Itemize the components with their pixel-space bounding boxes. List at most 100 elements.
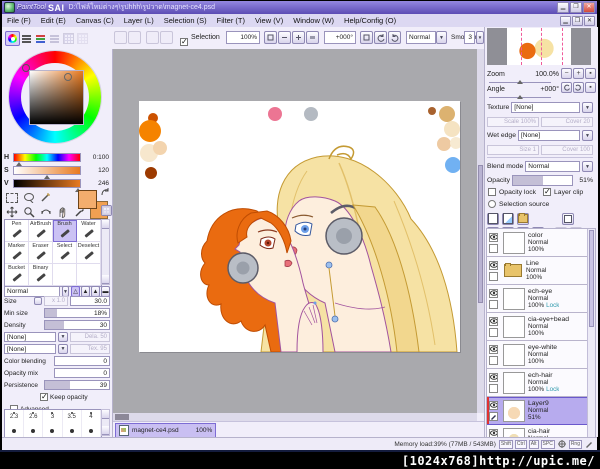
preset-scrollbar[interactable]: [101, 409, 110, 436]
minimize-button[interactable]: ▁: [557, 2, 569, 13]
sv-cursor[interactable]: [64, 73, 72, 81]
hand-tool[interactable]: [55, 205, 70, 218]
zoom-value-box[interactable]: 100%: [226, 31, 260, 44]
doc-restore-button[interactable]: ❐: [572, 15, 583, 26]
rotate-cw-button[interactable]: [388, 31, 401, 44]
nav-zoom-reset-button[interactable]: ▪: [585, 68, 596, 79]
layer-row-cia-eye+bead[interactable]: cia-eye+bead Normal 100%: [487, 313, 595, 341]
preset-size-large-2.3[interactable]: [5, 424, 25, 437]
menu-file[interactable]: File (F): [2, 16, 36, 25]
color-history-button[interactable]: [101, 205, 112, 216]
paint-mode-dropdown-button[interactable]: ▼: [436, 31, 447, 44]
deselect-button[interactable]: [146, 31, 159, 44]
tool-pen[interactable]: Pen: [5, 220, 29, 242]
new-linework-layer-button[interactable]: [502, 212, 514, 225]
zoom-reset-button[interactable]: [264, 31, 277, 44]
tool-select[interactable]: Select: [53, 242, 77, 264]
tool-bucket[interactable]: Bucket: [5, 264, 29, 286]
angle-value-box[interactable]: +000°: [324, 31, 356, 44]
setting-checkbox-keep-opacity[interactable]: [40, 392, 48, 401]
preset-size-3.5[interactable]: 3.5: [63, 410, 82, 425]
rotate-reset-button[interactable]: [360, 31, 373, 44]
preset-size-large-3.5[interactable]: [63, 424, 82, 437]
layer-visibility-toggle[interactable]: [489, 288, 498, 298]
nav-zoom-out-button[interactable]: −: [561, 68, 572, 79]
blend-mode-dropdown-button[interactable]: ▼: [582, 161, 593, 172]
menu-window[interactable]: Window (W): [288, 16, 339, 25]
move-tool[interactable]: [4, 205, 19, 218]
redo-button[interactable]: [128, 31, 141, 44]
layer-extra-toggle[interactable]: [489, 383, 498, 393]
layer-visibility-toggle[interactable]: [489, 344, 498, 354]
wet-edge-dropdown[interactable]: [None]: [517, 130, 580, 141]
menu-filter[interactable]: Filter (T): [212, 16, 250, 25]
layer-row-ech-eye[interactable]: ech-eye Normal 100% Lock: [487, 285, 595, 313]
setting-dropdown-button[interactable]: ▼: [58, 344, 68, 354]
tool-airbrush[interactable]: AirBrush: [29, 220, 53, 242]
saturation-slider[interactable]: [13, 165, 81, 179]
zoom-in-button[interactable]: [292, 31, 305, 44]
rect-select-tool[interactable]: [4, 191, 19, 204]
tool-brush[interactable]: Brush: [53, 220, 77, 242]
new-folder-button[interactable]: [517, 212, 529, 225]
size-unit-button[interactable]: [34, 297, 42, 305]
hsv-slider-panel-toggle[interactable]: [33, 31, 48, 46]
navigator[interactable]: [487, 28, 591, 65]
menu-help/config[interactable]: Help/Config (O): [339, 16, 401, 25]
texture-dropdown-button[interactable]: ▼: [582, 102, 593, 113]
tool-marker[interactable]: Marker: [5, 242, 29, 264]
preset-size-4[interactable]: 4: [82, 410, 101, 425]
hue-slider[interactable]: [13, 152, 81, 166]
new-layer-button[interactable]: [487, 212, 499, 225]
menu-selection[interactable]: Selection (S): [159, 16, 212, 25]
wet-edge-dropdown-button[interactable]: ▼: [582, 130, 593, 141]
layer-list-scrollbar[interactable]: [587, 229, 595, 455]
document-tab[interactable]: magnet-ce4.psd 100%: [115, 422, 217, 438]
layer-mask-button[interactable]: [562, 212, 574, 225]
magic-wand-tool[interactable]: [38, 191, 53, 204]
setting-dropdown[interactable]: [None]: [4, 344, 56, 354]
layer-visibility-toggle[interactable]: [489, 232, 498, 242]
tool-eraser[interactable]: Eraser: [29, 242, 53, 264]
texture-dropdown[interactable]: [None]: [511, 102, 580, 113]
menu-view[interactable]: View (V): [250, 16, 288, 25]
menu-canvas[interactable]: Canvas (C): [71, 16, 119, 25]
layer-row-ech-hair[interactable]: ech-hair Normal 100% Lock: [487, 369, 595, 397]
size-multiplier[interactable]: x 1.0: [44, 296, 68, 306]
layer-extra-toggle[interactable]: [489, 355, 498, 365]
setting-slider[interactable]: 39: [44, 380, 110, 390]
tool-water[interactable]: Water: [77, 220, 101, 242]
setting-dropdown[interactable]: [None]: [4, 332, 56, 342]
saturation-value-square[interactable]: [29, 70, 84, 125]
nav-angle-slider[interactable]: [489, 94, 551, 99]
layer-extra-toggle[interactable]: [489, 327, 498, 337]
layer-row-layer9[interactable]: Layer9 Normal 51%: [487, 397, 595, 425]
preset-size-large-4[interactable]: [82, 424, 101, 437]
layer-visibility-toggle[interactable]: [489, 260, 498, 270]
value-slider[interactable]: [13, 178, 82, 192]
zoom-fit-button[interactable]: [306, 31, 319, 44]
color-wheel-panel-toggle[interactable]: [5, 31, 20, 46]
canvas-page[interactable]: [139, 101, 460, 352]
layer-row-color[interactable]: color Normal 100%: [487, 229, 595, 257]
smoothing-dropdown-button[interactable]: ▼: [476, 31, 484, 44]
layer-row-line[interactable]: Line Normal 100%: [487, 257, 595, 285]
preset-size-3[interactable]: 3: [43, 410, 63, 425]
blend-mode-dropdown[interactable]: Normal: [525, 161, 580, 172]
preset-size-2.3[interactable]: 2.3: [5, 410, 25, 425]
doc-minimize-button[interactable]: ▁: [560, 15, 571, 26]
undo-button[interactable]: [114, 31, 127, 44]
zoom-tool[interactable]: [21, 205, 36, 218]
preset-size-2.6[interactable]: 2.6: [24, 410, 44, 425]
setting-value-box[interactable]: 0: [54, 356, 110, 366]
canvas-background[interactable]: [113, 49, 484, 413]
tool-binary[interactable]: Binary: [29, 264, 53, 286]
setting-dropdown-button[interactable]: ▼: [58, 332, 68, 342]
smoothing-value-box[interactable]: 3: [464, 31, 475, 44]
layer-clip-checkbox[interactable]: [543, 187, 552, 196]
layer-visibility-toggle[interactable]: [489, 372, 498, 382]
layer-extra-toggle[interactable]: [489, 271, 498, 281]
layer-extra-toggle[interactable]: [489, 243, 498, 253]
swap-colors-icon[interactable]: [101, 188, 110, 197]
setting-slider[interactable]: 18%: [44, 308, 110, 318]
